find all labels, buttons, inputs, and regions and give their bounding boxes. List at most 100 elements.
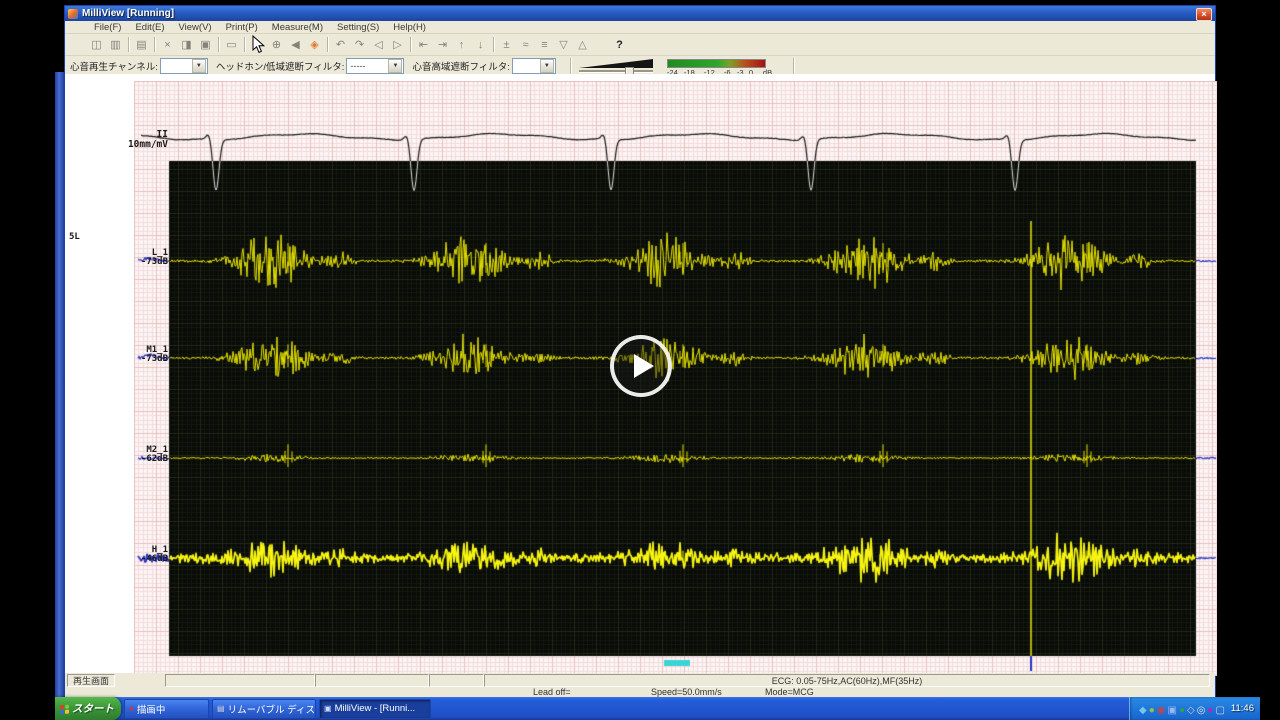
taskbar-item-icon: ● <box>129 704 134 713</box>
playback-screen-label: 再生画面 <box>72 676 109 686</box>
menu-item-6[interactable]: Setting(S) <box>330 22 386 33</box>
toolbar: ◫▥▤×◨▣▭■⊕◀◈↶↷◁▷⇤⇥↑↓±≈≡▽△? <box>65 34 1215 56</box>
tray-icon-8[interactable]: ● <box>1207 705 1213 716</box>
playback-channel-label: 心音再生チャンネル: <box>70 61 158 73</box>
window-titlebar[interactable]: MilliView [Running] × <box>65 6 1215 21</box>
menu-item-7[interactable]: Help(H) <box>386 22 433 33</box>
status-box <box>429 674 484 687</box>
toolbar-separator <box>327 37 328 52</box>
mouse-cursor <box>252 35 266 54</box>
toolbar-separator <box>244 37 245 52</box>
toolbar-separator <box>493 37 494 52</box>
close-button[interactable]: × <box>1196 8 1212 21</box>
toolbar-separator <box>154 37 155 52</box>
tray-icon-7[interactable]: ◎ <box>1197 705 1206 716</box>
taskbar-item-label: 描画中 <box>136 704 166 716</box>
prev-icon[interactable]: ◁ <box>369 36 388 53</box>
ecg-settings-text: ECG: 0.05-75Hz,AC(60Hz),MF(35Hz) <box>771 675 923 686</box>
redo-icon[interactable]: ↷ <box>350 36 369 53</box>
divider <box>569 57 571 74</box>
db-gradient-bar <box>666 58 766 68</box>
menu-item-4[interactable]: Print(P) <box>219 22 265 33</box>
tray-icon-9[interactable]: ▢ <box>1215 705 1224 716</box>
status-box <box>165 674 315 687</box>
taskbar-item-2[interactable]: ▤リムーバブル ディスク (F:) <box>212 698 316 719</box>
copy-icon[interactable]: ◨ <box>177 36 196 53</box>
toolbar-separator <box>128 37 129 52</box>
undo-icon[interactable]: ↶ <box>331 36 350 53</box>
video-play-button[interactable] <box>610 335 672 397</box>
side-label: 5L <box>69 232 80 242</box>
waveform-area: II 10mm/mV 5L L_1 -73dB M1_1 -73dB M2_1 -62dB… <box>65 74 1217 676</box>
taskbar-items: ●描画中▤リムーバブル ディスク (F:)▣MilliView - [Runni… <box>121 698 431 719</box>
windows-logo-icon <box>59 703 69 714</box>
headphone-filter-value: ----- <box>350 60 366 71</box>
taskbar: スタート ●描画中▤リムーバブル ディスク (F:)▣MilliView - [… <box>55 697 1260 720</box>
menu-item-2[interactable]: Edit(E) <box>128 22 171 33</box>
volume-wedge-icon <box>578 58 653 68</box>
tray-icon-5[interactable]: ● <box>1179 705 1185 716</box>
playback-channel-select[interactable]: ▼ <box>159 57 208 74</box>
waveform-canvas[interactable] <box>134 81 1217 676</box>
marker-icon[interactable]: ▽ <box>554 36 573 53</box>
divider <box>792 57 794 74</box>
db-meter: -24 -18 -12 -6 -3 0 dB <box>666 57 787 77</box>
menu-item-5[interactable]: Measure(M) <box>265 22 330 33</box>
flag-icon[interactable]: △ <box>573 36 592 53</box>
app-icon <box>68 8 78 19</box>
cut-icon[interactable]: × <box>158 36 177 53</box>
save-icon[interactable]: ▥ <box>106 36 125 53</box>
open-icon[interactable]: ◫ <box>87 36 106 53</box>
headphone-filter-label: ヘッドホン/低域遮断フィルタ: <box>215 61 345 73</box>
status-box <box>315 674 429 687</box>
status-bar-upper: 再生画面 ECG: 0.05-75Hz,AC(60Hz),MF(35Hz) <box>65 673 1215 687</box>
tray-icon-1[interactable]: ◆ <box>1139 705 1147 716</box>
page-icon[interactable]: ▤ <box>132 36 151 53</box>
chevron-down-icon[interactable]: ▼ <box>191 58 206 73</box>
rewind-icon[interactable]: ⇤ <box>414 36 433 53</box>
background-window-edge <box>55 72 64 697</box>
taskbar-item-icon: ▣ <box>324 704 332 713</box>
wave-icon[interactable]: ≈ <box>516 36 535 53</box>
tray-icon-6[interactable]: ◇ <box>1187 705 1195 716</box>
window-title: MilliView [Running] <box>82 8 175 19</box>
menu-item-3[interactable]: View(V) <box>172 22 219 33</box>
zoom-cursor-icon[interactable]: ⊕ <box>267 36 286 53</box>
speaker-icon[interactable]: ◀ <box>286 36 305 53</box>
volume-slider-track[interactable] <box>578 69 653 73</box>
tray-icon-3[interactable]: ◉ <box>1157 705 1166 716</box>
tray-icons: ◆ ● ◉ ▣ ● ◇ ◎ ● ▢ <box>1138 700 1226 718</box>
taskbar-item-icon: ▤ <box>217 704 225 713</box>
next-icon[interactable]: ▷ <box>388 36 407 53</box>
tray-icon-4[interactable]: ▣ <box>1167 705 1176 716</box>
down-icon[interactable]: ↓ <box>471 36 490 53</box>
chevron-down-icon[interactable]: ▼ <box>388 58 403 73</box>
desktop: MilliView [Running] × File(F) Edit(E) View… <box>0 0 1280 720</box>
highcut-filter-select[interactable]: ▼ <box>511 57 556 74</box>
measure-icon[interactable]: ± <box>497 36 516 53</box>
paste-icon[interactable]: ▣ <box>196 36 215 53</box>
taskbar-item-3[interactable]: ▣ MilliView - [Runni... <box>319 698 431 719</box>
start-button[interactable]: スタート <box>55 697 121 720</box>
tray-icon-2[interactable]: ● <box>1149 705 1155 716</box>
menu-item-1[interactable]: File(F) <box>87 22 128 33</box>
headphone-filter-select[interactable]: ----- ▼ <box>346 57 405 74</box>
taskbar-item-label: リムーバブル ディスク (F:) <box>227 704 315 716</box>
highcut-filter-label: 心音高域遮断フィルタ: <box>412 61 510 73</box>
help-icon[interactable]: ? <box>610 36 629 53</box>
forward-icon[interactable]: ⇥ <box>433 36 452 53</box>
volume-slider[interactable] <box>577 57 657 77</box>
print-icon[interactable]: ▭ <box>222 36 241 53</box>
up-icon[interactable]: ↑ <box>452 36 471 53</box>
mode-text: Mode=MCG <box>765 687 814 697</box>
milliview-window: MilliView [Running] × File(F) Edit(E) View… <box>64 5 1217 697</box>
taskbar-item-1[interactable]: ● 描画中 <box>124 698 209 719</box>
mute-icon[interactable]: ◈ <box>305 36 324 53</box>
play-icon <box>633 354 654 378</box>
start-label: スタート <box>72 703 114 715</box>
chevron-down-icon[interactable]: ▼ <box>539 58 554 73</box>
speed-text: Speed=50.0mm/s <box>651 687 722 697</box>
taskbar-clock: 11:46 <box>1230 703 1254 714</box>
grid-icon[interactable]: ≡ <box>535 36 554 53</box>
toolbar-separator <box>410 37 411 52</box>
